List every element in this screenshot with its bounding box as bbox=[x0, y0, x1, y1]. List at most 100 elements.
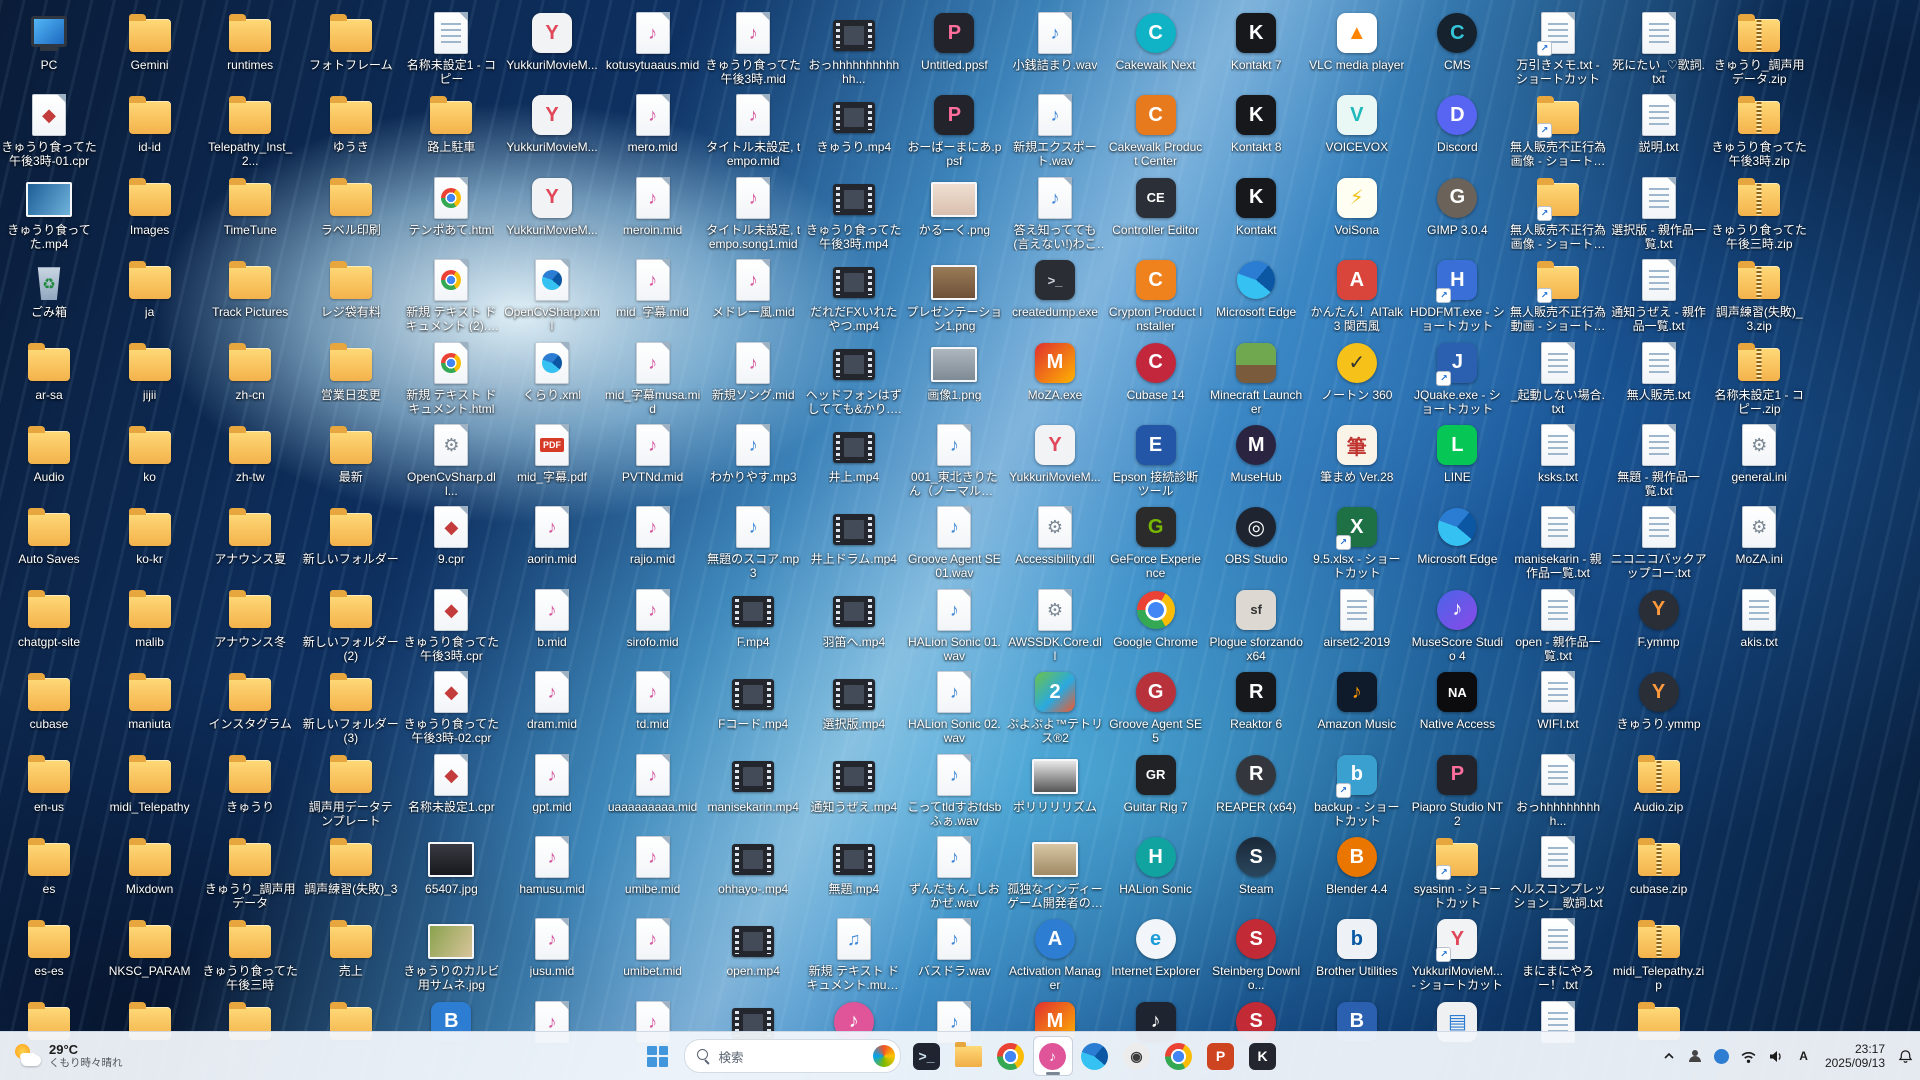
desktop-icon[interactable]: ♪ hamusu.mid bbox=[502, 834, 602, 896]
desktop-icon[interactable]: Y きゅうり.ymmp bbox=[1609, 669, 1709, 731]
desktop-icon[interactable]: ↗無人販売不正行為画像 - ショートカット bbox=[1508, 175, 1608, 251]
desktop-icon[interactable]: ohhayo-.mp4 bbox=[703, 834, 803, 896]
desktop-icon[interactable]: きゅうり_調声用データ.zip bbox=[1709, 10, 1809, 86]
desktop-icon[interactable]: ◆ 名称未設定1.cpr bbox=[401, 752, 501, 814]
desktop-icon[interactable]: Y F.ymmp bbox=[1609, 587, 1709, 649]
desktop-icon[interactable]: ♪ mero.mid bbox=[603, 92, 703, 154]
desktop-icon[interactable]: ポリリリリズム bbox=[1005, 752, 1105, 814]
desktop-icon[interactable]: きゅうり食ってた午後三時 bbox=[200, 916, 300, 992]
desktop-icon[interactable]: 新しいフォルダー bbox=[301, 504, 401, 566]
desktop-icon[interactable]: C Cubase 14 bbox=[1106, 340, 1206, 402]
desktop-icon[interactable]: ♪ PVTNd.mid bbox=[603, 422, 703, 484]
desktop-icon[interactable]: ♪ MuseScore Studio 4 bbox=[1407, 587, 1507, 663]
desktop-icon[interactable]: 通知うぜえ.mp4 bbox=[804, 752, 904, 814]
desktop-icon[interactable]: ✓ ノートン 360 bbox=[1307, 340, 1407, 402]
desktop-icon[interactable]: 2 ぷよぷよ™テトリス®2 bbox=[1005, 669, 1105, 745]
desktop-icon[interactable]: ♪ dram.mid bbox=[502, 669, 602, 731]
clock[interactable]: 23:17 2025/09/13 bbox=[1818, 1042, 1892, 1070]
desktop-icon[interactable]: NKSC_PARAM bbox=[100, 916, 200, 978]
desktop-icon[interactable]: ◆ きゅうり食ってた午後3時-01.cpr bbox=[0, 92, 99, 168]
desktop-icon[interactable]: ⚙ MoZA.ini bbox=[1709, 504, 1809, 566]
desktop-icon[interactable]: Y YukkuriMovieM... bbox=[502, 10, 602, 72]
desktop-icon[interactable]: ♪ わかりやす.mp3 bbox=[703, 422, 803, 484]
desktop-icon[interactable]: おっhhhhhhhhhh... bbox=[1508, 752, 1608, 828]
desktop-icon[interactable]: 無題.mp4 bbox=[804, 834, 904, 896]
taskbar-app-chatgpt[interactable]: ◉ bbox=[1117, 1036, 1157, 1076]
desktop-icon[interactable]: chatgpt-site bbox=[0, 587, 99, 649]
desktop-icon[interactable]: ♪ Amazon Music bbox=[1307, 669, 1407, 731]
desktop-icon[interactable]: 説明.txt bbox=[1609, 92, 1709, 154]
desktop-icon[interactable]: _起動しない場合.txt bbox=[1508, 340, 1608, 416]
desktop-icon[interactable]: くらり.xml bbox=[502, 340, 602, 402]
desktop-icon[interactable]: malib bbox=[100, 587, 200, 649]
desktop-icon[interactable]: es-es bbox=[0, 916, 99, 978]
desktop-icon[interactable]: cubase.zip bbox=[1609, 834, 1709, 896]
taskbar-app-chrome-2[interactable] bbox=[1159, 1036, 1199, 1076]
hidden-icons-chevron[interactable] bbox=[1657, 1044, 1681, 1068]
ime-indicator[interactable]: A bbox=[1790, 1044, 1817, 1068]
desktop-icon[interactable]: NA Native Access bbox=[1407, 669, 1507, 731]
desktop-icon[interactable]: ▲ VLC media player bbox=[1307, 10, 1407, 72]
desktop-icon[interactable]: Images bbox=[100, 175, 200, 237]
desktop-icon[interactable]: b ↗ backup - ショートカット bbox=[1307, 752, 1407, 828]
desktop-icon[interactable]: sf Plogue sforzando x64 bbox=[1206, 587, 1306, 663]
weather-widget[interactable]: 29°C くもり時々晴れ bbox=[4, 1038, 133, 1074]
desktop-icon[interactable]: ♪ mid_字幕.mid bbox=[603, 257, 703, 319]
desktop-icon[interactable]: Y YukkuriMovieM... bbox=[502, 175, 602, 237]
desktop-icon[interactable]: S Steinberg Downlo... bbox=[1206, 916, 1306, 992]
desktop-icon[interactable]: きゅうり_調声用データ bbox=[200, 834, 300, 910]
desktop-icon[interactable]: X ↗ 9.5.xlsx - ショートカット bbox=[1307, 504, 1407, 580]
desktop-icon[interactable]: TimeTune bbox=[200, 175, 300, 237]
desktop-icon[interactable]: ♪ aorin.mid bbox=[502, 504, 602, 566]
desktop-icon[interactable]: テンポあて.html bbox=[401, 175, 501, 237]
desktop-icon[interactable]: 画像1.png bbox=[904, 340, 1004, 402]
desktop-icon[interactable]: ♪ 新規ソング.mid bbox=[703, 340, 803, 402]
desktop-icon[interactable]: 売上 bbox=[301, 916, 401, 978]
desktop-icon[interactable]: Fコード.mp4 bbox=[703, 669, 803, 731]
desktop-icon[interactable]: b Brother Utilities bbox=[1307, 916, 1407, 978]
desktop-icon[interactable]: Microsoft Edge bbox=[1206, 257, 1306, 319]
desktop-icon[interactable]: 新規 テキスト ドキュメント (2).html bbox=[401, 257, 501, 333]
desktop-icon[interactable]: 新しいフォルダー (2) bbox=[301, 587, 401, 663]
desktop-icon[interactable]: 無題 - 親作品一覧.txt bbox=[1609, 422, 1709, 498]
desktop-icon[interactable]: フォトフレーム bbox=[301, 10, 401, 72]
desktop-icon[interactable]: ♪ uaaaaaaaaa.mid bbox=[603, 752, 703, 814]
desktop-icon[interactable]: GR Guitar Rig 7 bbox=[1106, 752, 1206, 814]
desktop-icon[interactable]: es bbox=[0, 834, 99, 896]
desktop-icon[interactable]: きゅうり食ってた午後3時.mp4 bbox=[804, 175, 904, 251]
desktop-icon[interactable]: ♻ ごみ箱 bbox=[0, 257, 99, 319]
desktop-icon[interactable]: Telepathy_Inst_2... bbox=[200, 92, 300, 168]
desktop-icon[interactable]: ko bbox=[100, 422, 200, 484]
desktop-icon[interactable]: R Reaktor 6 bbox=[1206, 669, 1306, 731]
taskbar-app-music-app[interactable]: ♪ bbox=[1032, 1036, 1073, 1076]
desktop-icon[interactable]: ♪ 新規エクスポート.wav bbox=[1005, 92, 1105, 168]
desktop-icon[interactable]: かるーく.png bbox=[904, 175, 1004, 237]
desktop-icon[interactable]: D Discord bbox=[1407, 92, 1507, 154]
desktop-icon[interactable]: K Kontakt 8 bbox=[1206, 92, 1306, 154]
network-button[interactable] bbox=[1735, 1044, 1762, 1069]
desktop-icon[interactable]: ♪ umibe.mid bbox=[603, 834, 703, 896]
search-box[interactable]: 検索 bbox=[683, 1039, 901, 1073]
desktop-icon[interactable]: runtimes bbox=[200, 10, 300, 72]
desktop-icon[interactable]: akis.txt bbox=[1709, 587, 1809, 649]
desktop-icon[interactable]: en-us bbox=[0, 752, 99, 814]
desktop-icon[interactable]: zh-cn bbox=[200, 340, 300, 402]
desktop-icon[interactable]: J ↗ JQuake.exe - ショートカット bbox=[1407, 340, 1507, 416]
desktop-icon[interactable]: airset2-2019 bbox=[1307, 587, 1407, 649]
desktop-icon[interactable]: R REAPER (x64) bbox=[1206, 752, 1306, 814]
desktop-icon[interactable]: midi_Telepathy.zip bbox=[1609, 916, 1709, 992]
desktop-icon[interactable]: 名称未設定1 - コピー bbox=[401, 10, 501, 86]
desktop-icon[interactable]: 井上ドラム.mp4 bbox=[804, 504, 904, 566]
desktop-icon[interactable]: きゅうり.mp4 bbox=[804, 92, 904, 154]
desktop-icon[interactable]: OpenCvSharp.xml bbox=[502, 257, 602, 333]
desktop-icon[interactable]: ♪ umibet.mid bbox=[603, 916, 703, 978]
desktop-icon[interactable]: A かんたん！AITalk 3 関西風 bbox=[1307, 257, 1407, 333]
desktop-icon[interactable]: ラベル印刷 bbox=[301, 175, 401, 237]
desktop-icon[interactable]: PDF mid_字幕.pdf bbox=[502, 422, 602, 484]
volume-button[interactable] bbox=[1763, 1044, 1789, 1069]
desktop-icon[interactable]: ⚙ general.ini bbox=[1709, 422, 1809, 484]
desktop-icon[interactable]: K Kontakt bbox=[1206, 175, 1306, 237]
desktop-icon[interactable]: maniuta bbox=[100, 669, 200, 731]
desktop-icon[interactable]: ♪ rajio.mid bbox=[603, 504, 703, 566]
desktop-icon[interactable]: ヘッドフォンはずしてても&かり.mp4 bbox=[804, 340, 904, 416]
